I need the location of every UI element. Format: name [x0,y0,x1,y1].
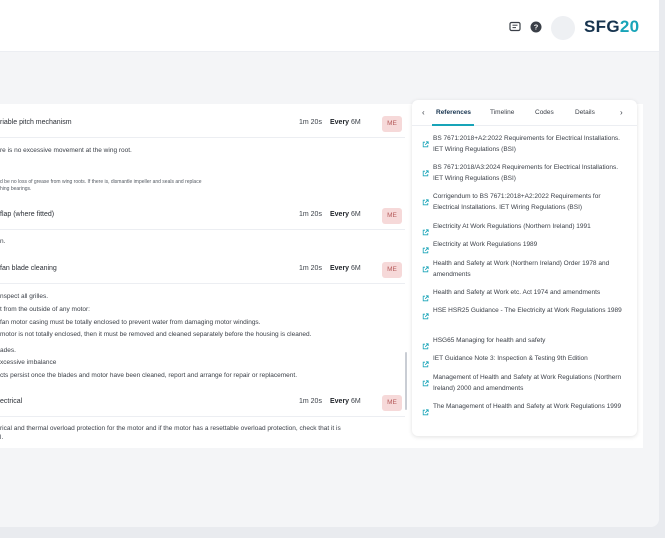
external-link-icon [422,374,429,387]
external-link-icon [422,193,429,206]
divider [0,416,405,417]
divider [0,137,405,138]
task-step: motor is not totally enclosed, then it m… [0,331,312,338]
reference-title: BS 7671:2018/A3:2024 Requirements for El… [433,164,618,182]
task-step: nspect all grilles. [0,293,49,300]
reference-title: HSG65 Managing for health and safety [433,337,546,344]
task-row[interactable]: fan blade cleaning 1m 20s Every 6M ME [0,259,405,283]
task-step: fan motor casing must be totally enclose… [0,319,261,326]
external-link-icon [422,289,429,302]
task-name: ectrical [0,398,23,405]
task-frequency: Every 6M [330,211,361,218]
task-row[interactable]: riable pitch mechanism 1m 20s Every 6M M… [0,113,405,137]
external-link-icon [422,337,429,350]
task-step: hing bearings. [0,186,32,192]
task-step: rical and thermal overload protection fo… [0,425,341,432]
task-duration: 1m 20s [299,265,322,272]
task-duration: 1m 20s [299,119,322,126]
task-frequency: Every 6M [330,119,361,126]
task-step: cts persist once the blades and motor ha… [0,372,298,379]
task-step: re is no excessive movement at the wing … [0,147,132,154]
avatar[interactable] [551,16,575,40]
chat-icon[interactable] [508,20,522,34]
tabs-next-button[interactable]: › [620,108,623,117]
task-duration: 1m 20s [299,211,322,218]
task-step: d be no loss of grease from wing roots. … [0,179,202,185]
brand-logo[interactable]: SFG20 [584,17,639,37]
tab-references[interactable]: References [436,109,471,116]
task-step: n. [0,238,6,245]
task-frequency: Every 6M [330,265,361,272]
references-panel: ‹ References Timeline Codes Details › BS… [412,100,637,436]
divider [0,229,405,230]
scrollbar[interactable] [405,352,407,410]
task-name: fan blade cleaning [0,265,57,272]
reference-title: Health and Safety at Work (Northern Irel… [433,260,610,278]
tab-timeline[interactable]: Timeline [490,109,514,116]
reference-title: Corrigendum to BS 7671:2018+A2:2022 Requ… [433,193,601,211]
trade-badge: ME [382,262,402,278]
svg-text:?: ? [534,23,539,32]
reference-title: The Management of Health and Safety at W… [433,403,622,410]
reference-title: IET Guidance Note 3: Inspection & Testin… [433,355,588,362]
trade-badge: ME [382,395,402,411]
reference-title: Management of Health and Safety at Work … [433,374,622,392]
reference-title: BS 7671:2018+A2:2022 Requirements for El… [433,135,620,153]
app-window: ? SFG20 riable pitch mechanism 1m 20s Ev… [0,0,659,527]
task-step: l. [0,434,4,441]
external-link-icon [422,241,429,254]
external-link-icon [422,307,429,320]
divider [0,283,405,284]
external-link-icon [422,355,429,368]
task-step: xcessive imbalance [0,359,57,366]
task-step: ades. [0,347,16,354]
external-link-icon [422,260,429,273]
reference-title: Electricity at Work Regulations 1989 [433,241,538,248]
external-link-icon [422,164,429,177]
trade-badge: ME [382,208,402,224]
reference-title: HSE HSR25 Guidance - The Electricity at … [433,307,622,314]
tab-codes[interactable]: Codes [535,109,554,116]
tab-details[interactable]: Details [575,109,595,116]
panel-tabs: ‹ References Timeline Codes Details › [412,100,637,126]
task-duration: 1m 20s [299,398,322,405]
help-icon[interactable]: ? [529,20,543,34]
external-link-icon [422,403,429,416]
external-link-icon [422,223,429,236]
top-bar: ? SFG20 [0,0,659,52]
trade-badge: ME [382,116,402,132]
external-link-icon [422,135,429,148]
reference-title: Electricity At Work Regulations (Norther… [433,223,591,230]
reference-title: Health and Safety at Work etc. Act 1974 … [433,289,601,296]
task-name: riable pitch mechanism [0,119,72,126]
task-frequency: Every 6M [330,398,361,405]
task-row[interactable]: ectrical 1m 20s Every 6M ME [0,392,405,416]
task-step: t from the outside of any motor: [0,306,90,313]
active-tab-indicator [432,124,474,126]
task-name: flap (where fitted) [0,211,55,218]
tabs-prev-button[interactable]: ‹ [422,108,425,117]
task-row[interactable]: flap (where fitted) 1m 20s Every 6M ME [0,205,405,229]
